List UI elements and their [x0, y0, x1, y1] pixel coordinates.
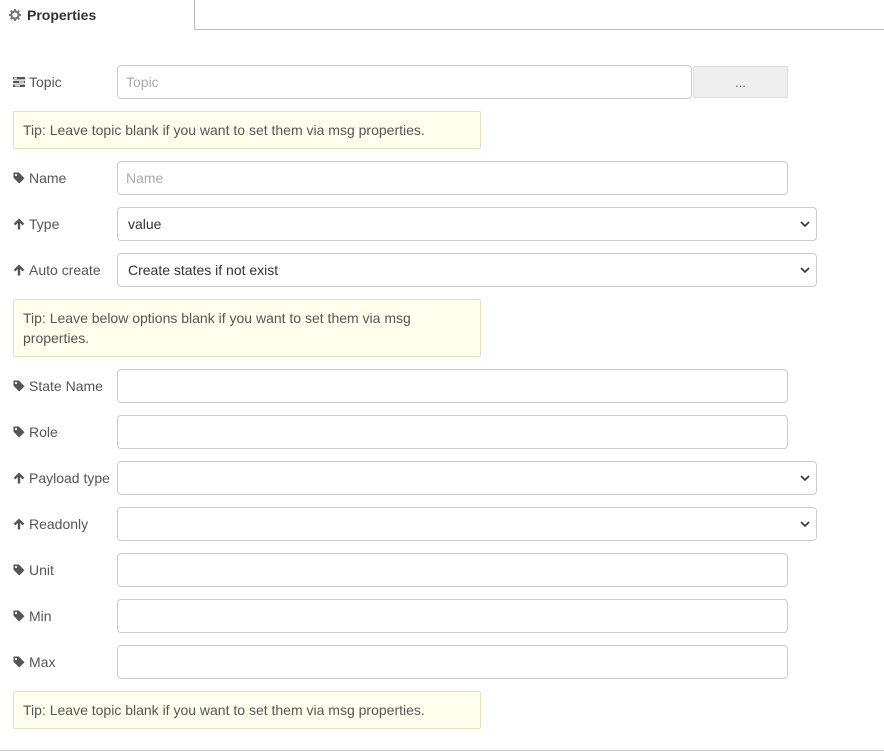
- chevron-down-icon: [800, 521, 810, 528]
- payload-type-select[interactable]: [117, 461, 817, 495]
- chevron-down-icon: [800, 221, 810, 228]
- max-row: Max: [13, 645, 884, 679]
- readonly-select[interactable]: [117, 507, 817, 541]
- tip-topic-blank-bottom: Tip: Leave topic blank if you want to se…: [13, 691, 481, 729]
- state-name-label: State Name: [13, 369, 117, 403]
- arrow-up-icon: [13, 472, 25, 484]
- min-input[interactable]: [117, 599, 788, 633]
- max-label: Max: [13, 645, 117, 679]
- name-input[interactable]: [117, 161, 788, 195]
- name-label: Name: [13, 161, 117, 195]
- payload-type-label: Payload type: [13, 461, 117, 495]
- arrow-up-icon: [13, 218, 25, 230]
- tag-icon: [13, 656, 25, 668]
- role-row: Role: [13, 415, 884, 449]
- tab-properties[interactable]: Properties: [0, 0, 195, 30]
- topic-row: Topic ...: [13, 65, 884, 99]
- name-row: Name: [13, 161, 884, 195]
- arrow-up-icon: [13, 518, 25, 530]
- tab-label: Properties: [27, 7, 97, 23]
- tab-bar: Properties: [0, 0, 884, 30]
- unit-row: Unit: [13, 553, 884, 587]
- tip-options-blank: Tip: Leave below options blank if you wa…: [13, 299, 481, 357]
- max-input[interactable]: [117, 645, 788, 679]
- tip-topic-blank: Tip: Leave topic blank if you want to se…: [13, 111, 481, 149]
- role-label: Role: [13, 415, 117, 449]
- tab-divider: [195, 29, 884, 30]
- min-row: Min: [13, 599, 884, 633]
- unit-input[interactable]: [117, 553, 788, 587]
- chevron-down-icon: [800, 267, 810, 274]
- tasks-icon: [13, 77, 25, 87]
- type-label: Type: [13, 207, 117, 241]
- auto-create-select[interactable]: Create states if not exist: [117, 253, 817, 287]
- gear-icon: [9, 9, 21, 21]
- type-select[interactable]: value: [117, 207, 817, 241]
- arrow-up-icon: [13, 264, 25, 276]
- tag-icon: [13, 380, 25, 392]
- topic-browse-button[interactable]: ...: [693, 66, 788, 98]
- auto-create-label: Auto create: [13, 253, 117, 287]
- tag-icon: [13, 564, 25, 576]
- tag-icon: [13, 610, 25, 622]
- topic-input[interactable]: [117, 65, 692, 99]
- unit-label: Unit: [13, 553, 117, 587]
- readonly-label: Readonly: [13, 507, 117, 541]
- tag-icon: [13, 426, 25, 438]
- chevron-down-icon: [800, 475, 810, 482]
- tag-icon: [13, 172, 25, 184]
- state-name-input[interactable]: [117, 369, 788, 403]
- type-row: Type value: [13, 207, 884, 241]
- min-label: Min: [13, 599, 117, 633]
- payload-type-row: Payload type: [13, 461, 884, 495]
- auto-create-row: Auto create Create states if not exist: [13, 253, 884, 287]
- role-input[interactable]: [117, 415, 788, 449]
- topic-label: Topic: [13, 65, 117, 99]
- bottom-divider: [0, 750, 884, 751]
- state-name-row: State Name: [13, 369, 884, 403]
- readonly-row: Readonly: [13, 507, 884, 541]
